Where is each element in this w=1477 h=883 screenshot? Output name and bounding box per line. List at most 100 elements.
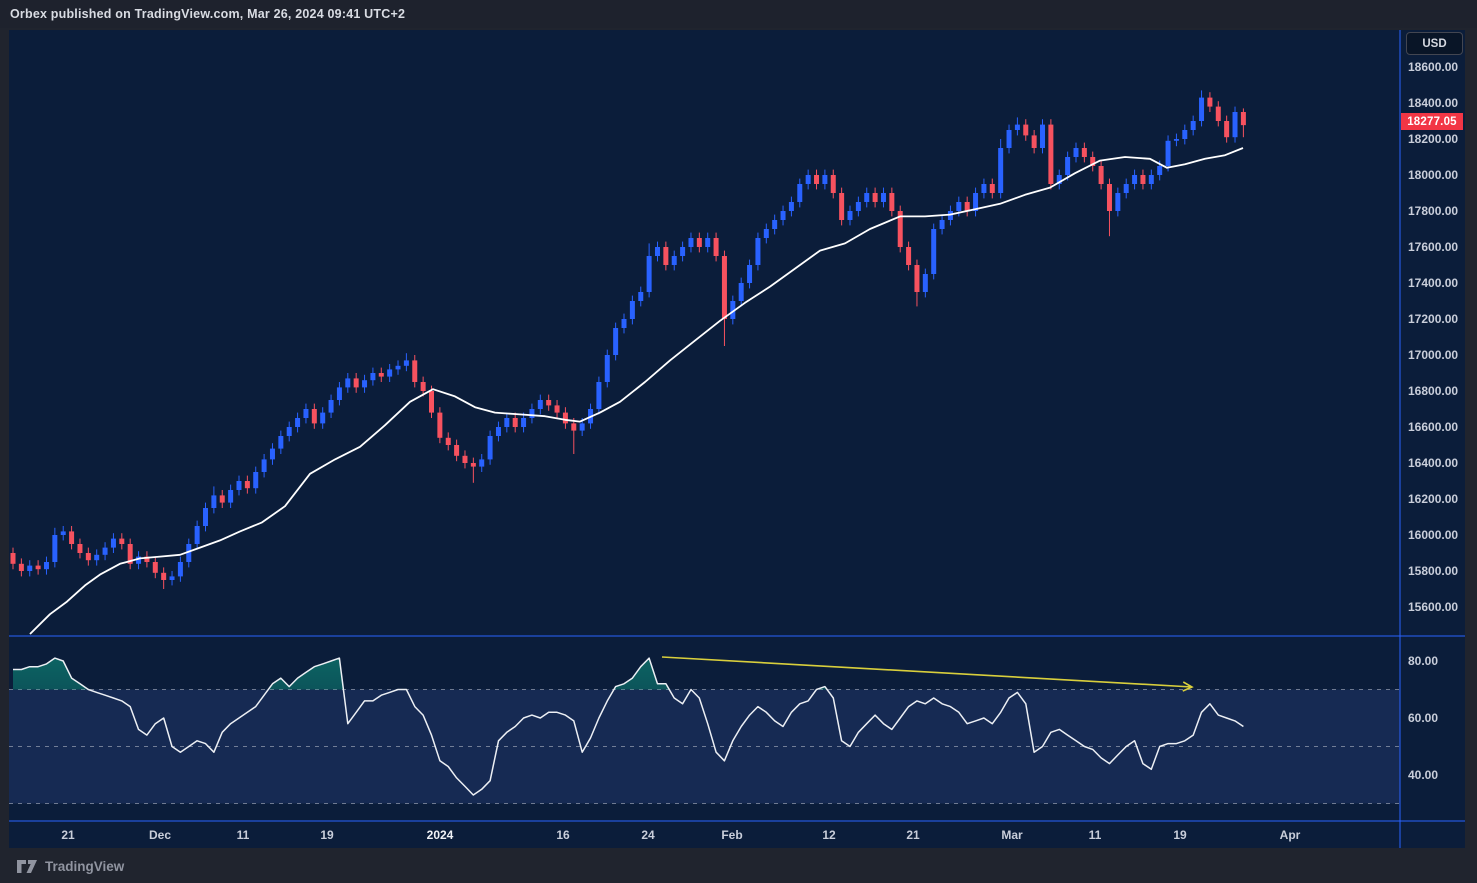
candle-body	[245, 481, 250, 488]
candle-body	[236, 481, 241, 490]
time-tick-label[interactable]: 11	[1089, 828, 1102, 842]
price-tick-label[interactable]: 16600.00	[1408, 420, 1458, 434]
watermark: TradingView	[16, 859, 124, 874]
rsi-tick-label[interactable]: 40.00	[1408, 768, 1438, 782]
candle-body	[931, 229, 936, 274]
candle-body	[714, 238, 719, 256]
candle-body	[856, 202, 861, 211]
candle-body	[462, 456, 467, 463]
candle-body	[454, 445, 459, 456]
time-tick-label[interactable]: 16	[556, 828, 570, 842]
time-tick-label[interactable]: 19	[320, 828, 334, 842]
candle-body	[529, 409, 534, 418]
candle-body	[848, 211, 853, 220]
rsi-tick-label[interactable]: 80.00	[1408, 654, 1438, 668]
time-tick-label[interactable]: 2024	[427, 828, 454, 842]
candle-body	[262, 459, 267, 472]
candle-body	[69, 531, 74, 544]
candle-body	[36, 566, 41, 570]
price-tick-label[interactable]: 15600.00	[1408, 600, 1458, 614]
watermark-text: TradingView	[45, 859, 124, 874]
candle-body	[471, 463, 476, 467]
candle-body	[19, 564, 24, 571]
candle-body	[705, 238, 710, 247]
price-tick-label[interactable]: 16000.00	[1408, 528, 1458, 542]
candle-body	[203, 508, 208, 526]
price-tick-label[interactable]: 17600.00	[1408, 240, 1458, 254]
time-tick-label[interactable]: 11	[237, 828, 250, 842]
candle-body	[990, 184, 995, 193]
candle-body	[220, 495, 225, 502]
price-tick-label[interactable]: 17400.00	[1408, 276, 1458, 290]
candle-body	[914, 265, 919, 292]
candle-body	[1015, 125, 1020, 130]
candle-body	[479, 459, 484, 466]
candle-body	[329, 400, 334, 413]
time-tick-label[interactable]: Feb	[721, 828, 742, 842]
candle-body	[421, 382, 426, 391]
candle-body	[504, 418, 509, 427]
candle-body	[94, 555, 99, 560]
price-tick-label[interactable]: 18000.00	[1408, 168, 1458, 182]
candle-body	[747, 265, 752, 283]
price-tick-label[interactable]: 16800.00	[1408, 384, 1458, 398]
candle-body	[580, 423, 585, 430]
candle-body	[789, 202, 794, 211]
time-tick-label[interactable]: Mar	[1001, 828, 1023, 842]
candle-body	[513, 418, 518, 427]
candle-body	[647, 256, 652, 292]
candle-body	[622, 319, 627, 328]
candle-body	[680, 247, 685, 256]
candle-body	[354, 378, 359, 387]
candle-body	[178, 562, 183, 576]
currency-usd-button[interactable]: USD	[1406, 32, 1463, 55]
candle-body	[119, 539, 124, 544]
price-tick-label[interactable]: 17800.00	[1408, 204, 1458, 218]
candle-body	[1132, 175, 1137, 184]
candle-body	[1107, 184, 1112, 211]
chart-canvas[interactable]: 18600.00 18400.00 18200.00 18000.00 17800.00…	[0, 0, 1477, 883]
candle-body	[161, 573, 166, 580]
candle-body	[111, 539, 116, 548]
time-tick-label[interactable]: 21	[906, 828, 920, 842]
time-tick-label[interactable]: 12	[822, 828, 836, 842]
candle-body	[839, 193, 844, 220]
candle-body	[655, 247, 660, 256]
candle-body	[1216, 107, 1221, 121]
time-tick-label[interactable]: Dec	[149, 828, 171, 842]
candle-body	[981, 184, 986, 193]
candle-body	[571, 423, 576, 430]
price-tick-label[interactable]: 17200.00	[1408, 312, 1458, 326]
candle-body	[555, 405, 560, 412]
price-tick-label[interactable]: 16400.00	[1408, 456, 1458, 470]
price-tick-label[interactable]: 16200.00	[1408, 492, 1458, 506]
time-tick-label[interactable]: Apr	[1280, 828, 1301, 842]
time-tick-label[interactable]: 21	[61, 828, 75, 842]
price-tick-label[interactable]: 18600.00	[1408, 60, 1458, 74]
candle-body	[228, 490, 233, 503]
time-tick-label[interactable]: 24	[641, 828, 655, 842]
candle-body	[873, 193, 878, 202]
price-tick-label[interactable]: 15800.00	[1408, 564, 1458, 578]
candle-body	[906, 247, 911, 265]
candle-body	[831, 175, 836, 193]
rsi-tick-label[interactable]: 60.00	[1408, 711, 1438, 725]
time-tick-label[interactable]: 19	[1173, 828, 1187, 842]
candle-body	[1065, 157, 1070, 175]
candle-body	[488, 436, 493, 459]
candle-body	[663, 247, 668, 265]
candle-body	[1124, 184, 1129, 193]
candle-body	[739, 283, 744, 301]
price-tick-label[interactable]: 18400.00	[1408, 96, 1458, 110]
header-bar: Orbex published on TradingView.com, Mar …	[0, 0, 1477, 28]
candle-body	[956, 202, 961, 211]
candle-body	[153, 562, 158, 573]
candle-body	[370, 373, 375, 380]
candle-body	[44, 562, 49, 569]
price-tick-label[interactable]: 18200.00	[1408, 132, 1458, 146]
candle-body	[1115, 193, 1120, 211]
candle-body	[287, 427, 292, 436]
candle-body	[688, 238, 693, 247]
candle-body	[1224, 121, 1229, 137]
price-tick-label[interactable]: 17000.00	[1408, 348, 1458, 362]
